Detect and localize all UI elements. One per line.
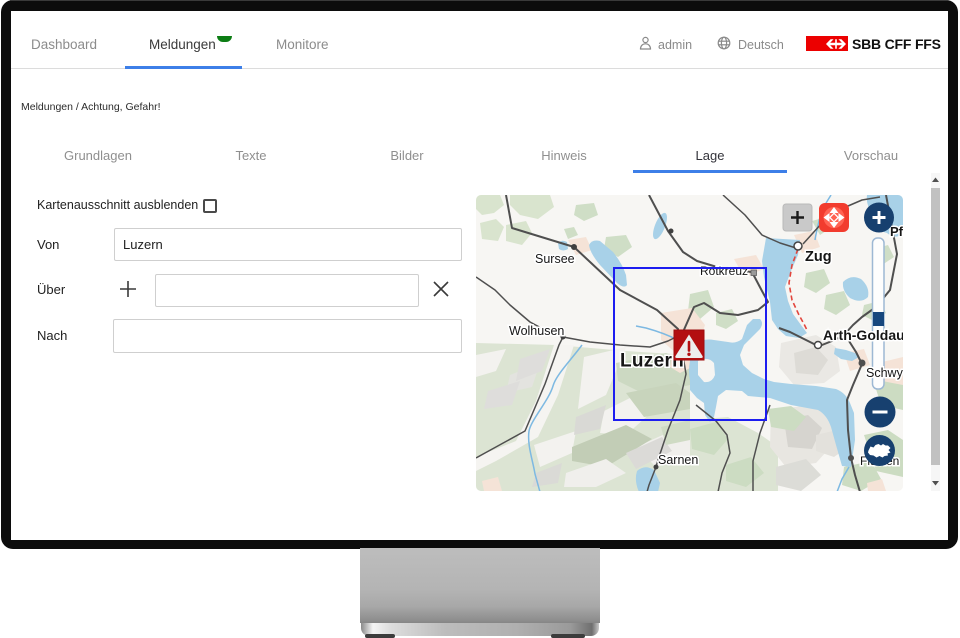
svg-text:Wolhusen: Wolhusen — [509, 324, 564, 338]
svg-text:Zug: Zug — [805, 249, 832, 265]
svg-text:Rotkreuz: Rotkreuz — [700, 264, 748, 278]
svg-text:Sarnen: Sarnen — [658, 453, 698, 467]
svg-text:Sursee: Sursee — [535, 252, 575, 266]
svg-text:Schwy: Schwy — [866, 366, 903, 380]
svg-text:Pf: Pf — [890, 224, 903, 239]
svg-text:Arth-Goldau: Arth-Goldau — [823, 327, 903, 343]
